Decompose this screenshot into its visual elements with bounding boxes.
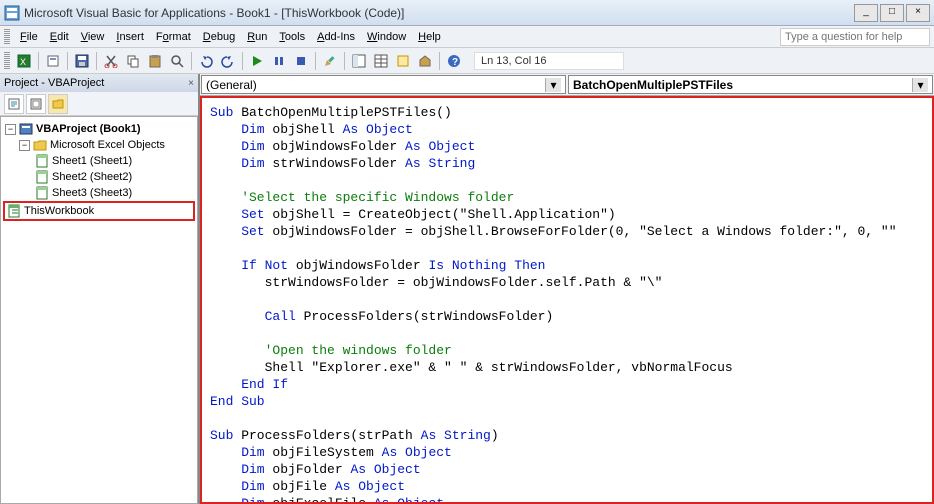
- project-panel-close-icon[interactable]: ×: [188, 78, 194, 89]
- tree-item-thisworkbook[interactable]: ThisWorkbook: [3, 201, 195, 221]
- view-object-icon[interactable]: [26, 94, 46, 114]
- tree-root[interactable]: − VBAProject (Book1): [3, 121, 195, 137]
- menu-addins[interactable]: Add-Ins: [311, 29, 361, 45]
- tree-item-sheet1[interactable]: Sheet1 (Sheet1): [3, 153, 195, 169]
- tree-item-sheet2[interactable]: Sheet2 (Sheet2): [3, 169, 195, 185]
- project-tree[interactable]: − VBAProject (Book1) − Microsoft Excel O…: [0, 116, 198, 504]
- project-panel-title: Project - VBAProject ×: [0, 74, 198, 92]
- redo-icon[interactable]: [218, 51, 238, 71]
- sheet-icon: [35, 170, 49, 184]
- svg-text:X: X: [20, 57, 26, 67]
- tree-folder-label: Microsoft Excel Objects: [50, 139, 165, 151]
- design-mode-icon[interactable]: [320, 51, 340, 71]
- object-dropdown[interactable]: (General) ▾: [201, 75, 566, 94]
- paste-icon[interactable]: [145, 51, 165, 71]
- app-icon: [4, 5, 20, 21]
- break-icon[interactable]: [269, 51, 289, 71]
- tree-folder[interactable]: − Microsoft Excel Objects: [3, 137, 195, 153]
- toolbox-icon[interactable]: [415, 51, 435, 71]
- tree-root-label: VBAProject (Book1): [36, 123, 141, 135]
- view-excel-icon[interactable]: X: [14, 51, 34, 71]
- code-dropdowns: (General) ▾ BatchOpenMultiplePSTFiles ▾: [200, 74, 934, 96]
- menu-format[interactable]: Format: [150, 29, 197, 45]
- copy-icon[interactable]: [123, 51, 143, 71]
- toolbar: X ? Ln 13, Col 16: [0, 48, 934, 74]
- help-icon[interactable]: ?: [444, 51, 464, 71]
- window-title: Microsoft Visual Basic for Applications …: [24, 6, 404, 20]
- help-search-input[interactable]: [780, 28, 930, 46]
- menu-tools[interactable]: Tools: [273, 29, 311, 45]
- project-panel-title-text: Project - VBAProject: [4, 77, 104, 89]
- toggle-folders-icon[interactable]: [48, 94, 68, 114]
- menu-file[interactable]: File: [14, 29, 44, 45]
- code-editor[interactable]: Sub BatchOpenMultiplePSTFiles() Dim objS…: [200, 96, 934, 504]
- tree-item-label: Sheet1 (Sheet1): [52, 155, 132, 167]
- project-explorer-icon[interactable]: [349, 51, 369, 71]
- save-icon[interactable]: [72, 51, 92, 71]
- tree-item-label: Sheet3 (Sheet3): [52, 187, 132, 199]
- project-panel-toolbar: [0, 92, 198, 116]
- svg-text:?: ?: [452, 57, 458, 68]
- menu-edit[interactable]: Edit: [44, 29, 75, 45]
- menu-run[interactable]: Run: [241, 29, 273, 45]
- chevron-down-icon[interactable]: ▾: [545, 78, 561, 92]
- code-area: (General) ▾ BatchOpenMultiplePSTFiles ▾ …: [200, 74, 934, 504]
- main-area: Project - VBAProject × − VBAProject (Boo…: [0, 74, 934, 504]
- tree-item-label: Sheet2 (Sheet2): [52, 171, 132, 183]
- menu-help[interactable]: Help: [412, 29, 447, 45]
- undo-icon[interactable]: [196, 51, 216, 71]
- object-browser-icon[interactable]: [393, 51, 413, 71]
- find-icon[interactable]: [167, 51, 187, 71]
- chevron-down-icon[interactable]: ▾: [912, 78, 928, 92]
- object-dropdown-value: (General): [206, 78, 257, 92]
- properties-icon[interactable]: [371, 51, 391, 71]
- procedure-dropdown-value: BatchOpenMultiplePSTFiles: [573, 78, 733, 92]
- collapse-icon[interactable]: −: [19, 140, 30, 151]
- menu-window[interactable]: Window: [361, 29, 412, 45]
- view-code-icon[interactable]: [4, 94, 24, 114]
- menu-bar: File Edit View Insert Format Debug Run T…: [0, 26, 934, 48]
- title-bar: Microsoft Visual Basic for Applications …: [0, 0, 934, 26]
- insert-module-icon[interactable]: [43, 51, 63, 71]
- menu-insert[interactable]: Insert: [110, 29, 150, 45]
- project-explorer-panel: Project - VBAProject × − VBAProject (Boo…: [0, 74, 200, 504]
- maximize-button[interactable]: □: [880, 4, 904, 22]
- tree-item-sheet3[interactable]: Sheet3 (Sheet3): [3, 185, 195, 201]
- cut-icon[interactable]: [101, 51, 121, 71]
- menu-handle-icon: [4, 29, 10, 45]
- sheet-icon: [35, 154, 49, 168]
- cursor-position: Ln 13, Col 16: [474, 52, 624, 70]
- workbook-icon: [7, 204, 21, 218]
- folder-icon: [33, 138, 47, 152]
- menu-view[interactable]: View: [75, 29, 111, 45]
- reset-icon[interactable]: [291, 51, 311, 71]
- menu-debug[interactable]: Debug: [197, 29, 241, 45]
- tree-item-label: ThisWorkbook: [24, 205, 94, 217]
- procedure-dropdown[interactable]: BatchOpenMultiplePSTFiles ▾: [568, 75, 933, 94]
- collapse-icon[interactable]: −: [5, 124, 16, 135]
- run-icon[interactable]: [247, 51, 267, 71]
- sheet-icon: [35, 186, 49, 200]
- toolbar-handle-icon: [4, 52, 10, 70]
- window-controls: _ □ ×: [854, 4, 930, 22]
- project-icon: [19, 122, 33, 136]
- close-button[interactable]: ×: [906, 4, 930, 22]
- minimize-button[interactable]: _: [854, 4, 878, 22]
